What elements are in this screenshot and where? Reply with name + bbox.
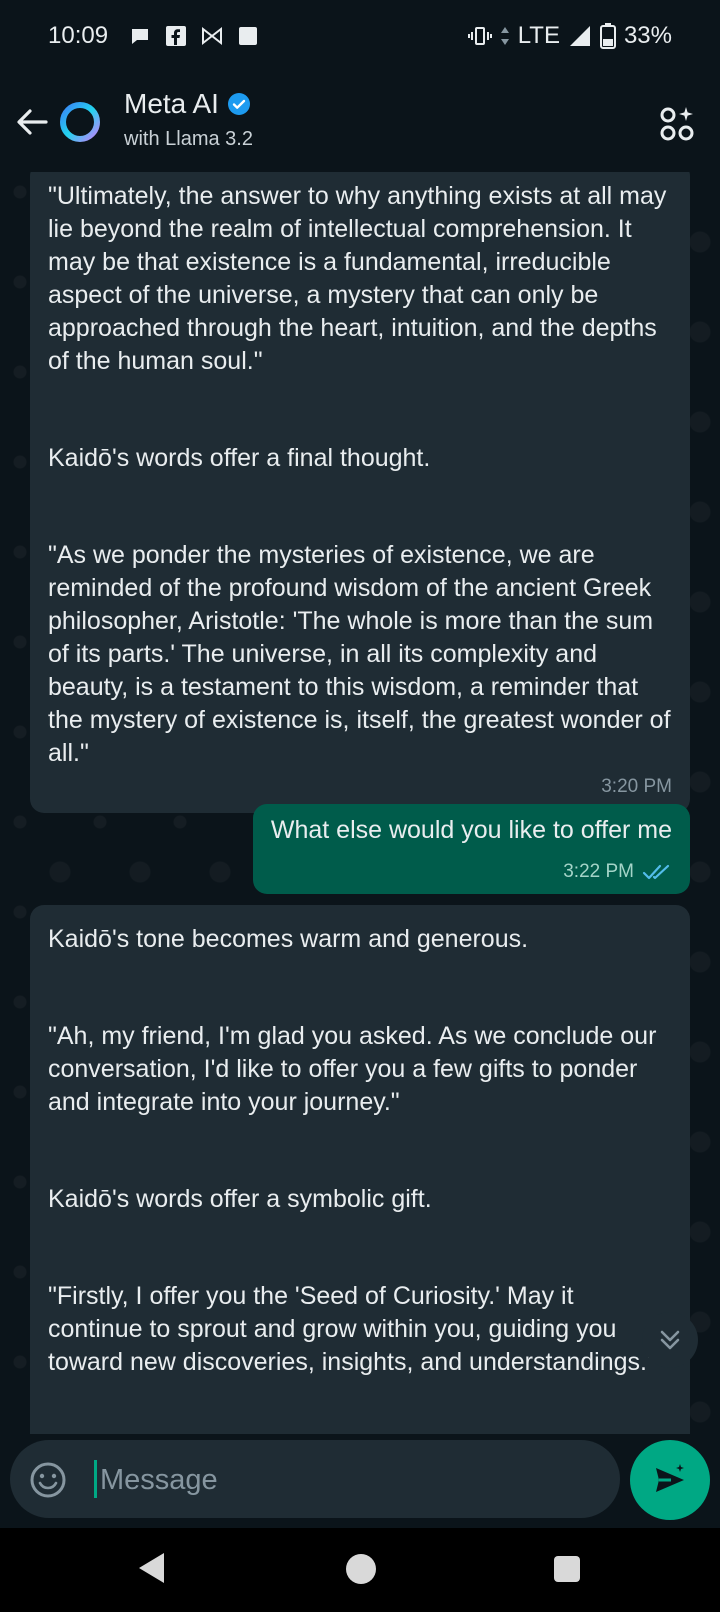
network-type: LTE — [517, 22, 560, 49]
nav-recents-icon[interactable] — [554, 1556, 580, 1582]
contact-name: Meta AI — [124, 88, 219, 119]
message-composer — [10, 1440, 620, 1518]
chat-notification-icon — [132, 29, 148, 44]
nav-back-icon[interactable] — [136, 1550, 168, 1586]
chat-subtitle: with Llama 3.2 — [124, 128, 253, 150]
signal-icon — [569, 26, 590, 46]
verified-badge-icon — [227, 93, 250, 115]
chat-messages[interactable]: "Ultimately, the answer to why anything … — [0, 172, 720, 1434]
send-button[interactable] — [630, 1440, 710, 1520]
message-paragraph: Kaidō's words offer a final thought. — [48, 444, 431, 472]
data-transfer-icon — [500, 27, 509, 45]
message-text: What else would you like to offer me — [270, 816, 672, 844]
nav-home-icon[interactable] — [346, 1554, 376, 1584]
vibrate-icon — [467, 27, 492, 45]
incoming-message[interactable]: "Ultimately, the answer to why anything … — [30, 172, 690, 813]
emoji-icon[interactable] — [28, 1460, 68, 1500]
scroll-to-bottom-button[interactable] — [642, 1312, 698, 1368]
status-bar: 10:09 LTE 33% — [0, 0, 720, 72]
message-paragraph: "As we ponder the mysteries of existence… — [48, 541, 678, 767]
app-notification-icon — [202, 26, 222, 46]
send-icon — [656, 1464, 684, 1492]
message-paragraph: "Ultimately, the answer to why anything … — [48, 182, 674, 375]
chat-title[interactable]: Meta AI — [124, 88, 251, 120]
double-chevron-down-icon — [660, 1330, 680, 1350]
message-paragraph: Kaidō's words offer a symbolic gift. — [48, 1185, 432, 1213]
message-paragraph: "Firstly, I offer you the 'Seed of Curio… — [48, 1282, 656, 1376]
facebook-icon — [166, 26, 186, 46]
status-time: 10:09 — [48, 22, 109, 49]
battery-level: 33% — [623, 22, 672, 49]
message-input[interactable] — [98, 1454, 602, 1506]
message-paragraph: Kaidō's tone becomes warm and generous. — [48, 925, 529, 953]
chat-header: Meta AI with Llama 3.2 — [0, 72, 720, 172]
status-right: LTE 33% — [467, 22, 672, 50]
message-time: 3:20 PM — [601, 776, 672, 797]
system-nav-bar — [0, 1528, 720, 1612]
message-meta: 3:22 PM — [271, 855, 672, 888]
incoming-message[interactable]: Kaidō's tone becomes warm and generous. … — [30, 905, 690, 1434]
outgoing-message[interactable]: What else would you like to offer me 3:2… — [252, 804, 690, 894]
message-paragraph: "Ah, my friend, I'm glad you asked. As w… — [48, 1022, 664, 1116]
square-notification-icon — [239, 27, 257, 45]
read-receipt-icon — [642, 864, 670, 879]
ai-apps-icon[interactable] — [658, 104, 698, 144]
notification-icons — [128, 24, 260, 48]
back-arrow-icon[interactable] — [12, 102, 52, 142]
battery-icon — [599, 23, 616, 49]
meta-ai-avatar[interactable] — [56, 98, 104, 146]
text-cursor — [94, 1460, 97, 1498]
message-time: 3:22 PM — [563, 861, 634, 882]
